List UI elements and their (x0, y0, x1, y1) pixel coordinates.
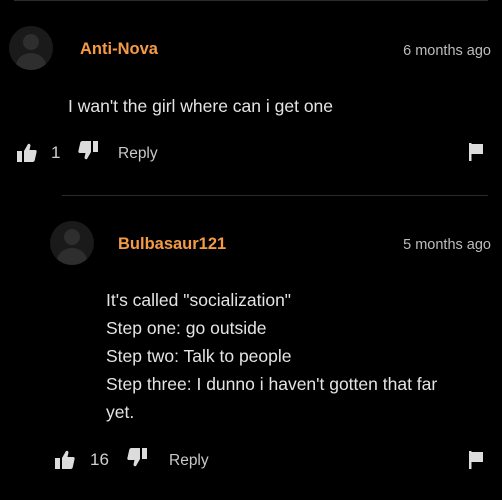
comment-line: Step three: I dunno i haven't gotten tha… (106, 374, 438, 394)
comment-line: Step two: Talk to people (106, 346, 292, 366)
reply-button[interactable]: Reply (118, 144, 158, 164)
comment-reply: Bulbasaur121 5 months ago It's called "s… (0, 195, 502, 500)
flag-icon[interactable] (469, 143, 483, 161)
comment-line: yet. (106, 402, 135, 422)
comment-timestamp: 5 months ago (403, 237, 491, 253)
comment-actions: 16 Reply (0, 448, 502, 476)
comment-body: I wan't the girl where can i get one (68, 92, 333, 120)
reply-button[interactable]: Reply (169, 451, 209, 471)
comment-username[interactable]: Anti-Nova (80, 40, 158, 59)
comment-actions: 1 Reply (0, 140, 502, 168)
thumbs-down-icon[interactable] (127, 448, 147, 467)
thumbs-up-icon[interactable] (17, 143, 37, 162)
like-count: 16 (90, 450, 109, 469)
avatar[interactable] (50, 221, 94, 265)
comment: Anti-Nova 6 months ago I wan't the girl … (0, 0, 502, 190)
comment-username[interactable]: Bulbasaur121 (118, 235, 226, 254)
comment-line: I wan't the girl where can i get one (68, 96, 334, 116)
avatar[interactable] (9, 26, 53, 70)
comment-body: It's called "socialization" Step one: go… (106, 286, 437, 426)
flag-icon[interactable] (469, 451, 483, 469)
like-count: 1 (51, 143, 61, 162)
thumbs-down-icon[interactable] (78, 141, 98, 160)
comment-line: It's called "socialization" (106, 290, 292, 310)
thumbs-up-icon[interactable] (55, 450, 75, 469)
comment-line: Step one: go outside (106, 318, 267, 338)
comment-timestamp: 6 months ago (403, 43, 491, 59)
